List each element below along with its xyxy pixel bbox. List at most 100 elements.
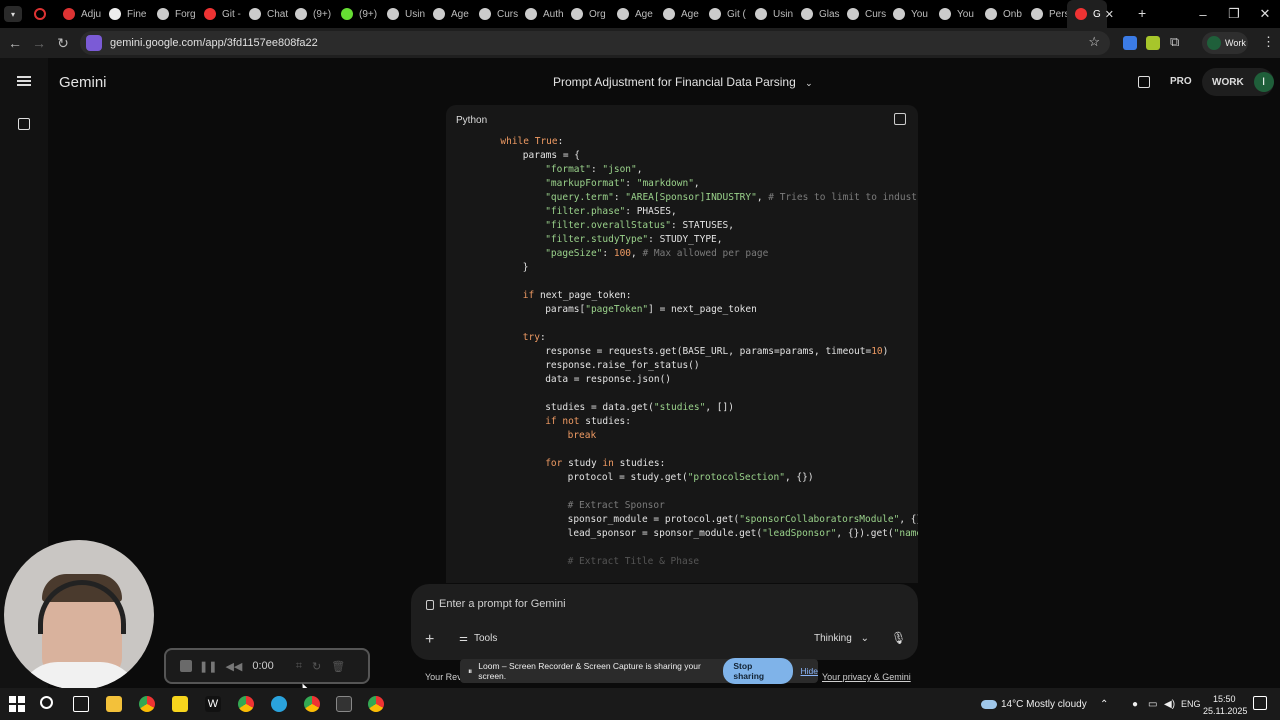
avatar: I xyxy=(1253,72,1274,92)
clock-time[interactable]: 15:50 xyxy=(1213,694,1236,704)
chrome-active-icon[interactable] xyxy=(304,696,320,712)
notes-app-icon[interactable] xyxy=(172,696,188,712)
tab-favicon-icon xyxy=(433,8,445,20)
prompt-box[interactable]: Enter a prompt for Gemini + ⚌ Tools Think… xyxy=(411,584,918,660)
tab-label: Usin xyxy=(773,8,794,20)
add-icon[interactable]: + xyxy=(425,631,434,649)
profile-button[interactable]: Work xyxy=(1202,32,1248,54)
tab-close-icon[interactable]: ✕ xyxy=(1105,8,1114,21)
stop-sharing-button[interactable]: Stop sharing xyxy=(723,658,793,684)
browser-tab[interactable]: Pers xyxy=(1023,0,1070,28)
browser-tab[interactable]: (9+) xyxy=(287,0,333,28)
browser-tab[interactable]: Org xyxy=(563,0,609,28)
prompt-input[interactable]: Enter a prompt for Gemini xyxy=(439,598,566,610)
tab-favicon-icon xyxy=(1031,8,1043,20)
browser-tab[interactable]: Usin xyxy=(379,0,425,28)
browser-tab[interactable]: G ✕ xyxy=(1067,0,1114,28)
weather-icon[interactable] xyxy=(981,700,997,709)
pro-badge[interactable]: PRO xyxy=(1170,76,1192,87)
conversation-title[interactable]: Prompt Adjustment for Financial Data Par… xyxy=(553,75,813,89)
new-tab-button[interactable]: + xyxy=(1138,5,1146,21)
browser-tab[interactable]: Curs xyxy=(471,0,518,28)
tab-label: Curs xyxy=(865,8,887,20)
browser-tab[interactable]: Usin xyxy=(747,0,793,28)
bookmark-star-icon[interactable]: ☆ xyxy=(1088,34,1100,50)
browser-tab[interactable]: Age xyxy=(609,0,655,28)
browser-tab[interactable]: Curs xyxy=(839,0,887,28)
browser-tab[interactable]: Onb xyxy=(977,0,1023,28)
minimize-button[interactable]: – xyxy=(1188,0,1218,28)
tab-label: You xyxy=(957,8,974,20)
browser-menu-icon[interactable]: ⋮ xyxy=(1262,34,1275,50)
terminal-app-icon[interactable] xyxy=(336,696,352,712)
new-chat-icon[interactable] xyxy=(18,118,30,130)
browser-tab[interactable]: You xyxy=(931,0,977,28)
app-title[interactable]: Gemini xyxy=(59,74,107,91)
notifications-icon[interactable] xyxy=(1253,696,1267,710)
tools-button[interactable]: ⚌ Tools xyxy=(459,633,497,644)
extension-icon[interactable] xyxy=(1123,36,1137,50)
browser-tab[interactable]: Chat xyxy=(241,0,288,28)
tab-favicon-icon xyxy=(479,8,491,20)
share-icon[interactable] xyxy=(1138,76,1150,88)
trash-icon[interactable]: 🗑 xyxy=(331,660,345,673)
reload-button[interactable]: ↻ xyxy=(52,32,74,54)
weather-text[interactable]: 14°C Mostly cloudy xyxy=(1001,699,1087,710)
browser-tab[interactable]: Forg xyxy=(149,0,196,28)
clock-date[interactable]: 25.11.2025 xyxy=(1203,706,1247,716)
task-view-icon[interactable] xyxy=(73,696,89,712)
rewind-icon[interactable]: ◀◀ xyxy=(225,660,242,673)
chrome-icon-2[interactable] xyxy=(368,696,384,712)
close-window-button[interactable]: ✕ xyxy=(1250,0,1280,28)
file-explorer-icon[interactable] xyxy=(106,696,122,712)
back-button[interactable]: ← xyxy=(4,32,26,54)
mode-selector[interactable]: Thinking ⌄ xyxy=(814,633,869,644)
address-bar[interactable]: gemini.google.com/app/3fd1157ee808fa22 ☆ xyxy=(80,31,1110,55)
browser-tab[interactable]: Age xyxy=(655,0,701,28)
privacy-link[interactable]: Your privacy & Gemini xyxy=(822,672,911,682)
browser-tab[interactable]: Git - xyxy=(196,0,241,28)
tab-favicon-icon xyxy=(985,8,997,20)
grid-icon[interactable]: ⌗ xyxy=(296,660,302,673)
tab-search-button[interactable]: ▾ xyxy=(4,6,22,22)
copy-icon[interactable] xyxy=(894,113,906,125)
browser-tab[interactable]: Adju xyxy=(55,0,101,28)
search-icon[interactable] xyxy=(40,696,53,709)
menu-icon[interactable] xyxy=(17,76,31,86)
language-indicator[interactable]: ENG xyxy=(1181,699,1201,709)
windows-start-icon[interactable] xyxy=(9,696,25,712)
browser-tab[interactable]: Glas xyxy=(793,0,840,28)
stop-recording-icon[interactable] xyxy=(180,660,192,672)
telegram-icon[interactable] xyxy=(271,696,287,712)
tray-chevron-icon[interactable]: ⌃ xyxy=(1100,699,1108,710)
microphone-icon[interactable]: 🎙 xyxy=(891,631,906,645)
browser-tab[interactable]: Auth xyxy=(517,0,564,28)
pinned-tab-icon[interactable] xyxy=(34,8,46,20)
browser-tab[interactable]: Fine xyxy=(101,0,149,28)
app-icon-w[interactable]: W xyxy=(205,696,221,712)
browser-tab[interactable]: Age xyxy=(425,0,471,28)
hide-button[interactable]: Hide xyxy=(801,666,818,676)
browser-tab[interactable]: (9+) xyxy=(333,0,379,28)
forward-button[interactable]: → xyxy=(28,32,50,54)
microphone-tray-icon[interactable]: ● xyxy=(1132,699,1138,710)
browser-tab[interactable]: You xyxy=(885,0,931,28)
restart-icon[interactable]: ↻ xyxy=(312,660,321,673)
maximize-button[interactable]: ❐ xyxy=(1219,0,1249,28)
volume-icon[interactable]: ◀) xyxy=(1164,699,1175,710)
code-line: data = response.json() xyxy=(545,374,672,385)
tab-label: Adju xyxy=(81,8,102,20)
network-icon[interactable]: ▭ xyxy=(1148,699,1157,710)
webcam-bubble[interactable] xyxy=(4,540,154,690)
pause-recording-icon[interactable]: ❚❚ xyxy=(199,660,217,673)
prompt-marker-icon xyxy=(426,600,434,610)
tab-favicon-icon xyxy=(709,8,721,20)
chrome-profile-icon[interactable] xyxy=(238,696,254,712)
extension-icon[interactable] xyxy=(1146,36,1160,50)
account-button[interactable]: WORK I xyxy=(1202,68,1274,96)
address-url[interactable]: gemini.google.com/app/3fd1157ee808fa22 xyxy=(110,37,318,49)
site-info-icon[interactable] xyxy=(86,35,102,51)
browser-tab[interactable]: Git ( xyxy=(701,0,747,28)
extensions-puzzle-icon[interactable]: ⧉ xyxy=(1170,34,1179,50)
chrome-icon[interactable] xyxy=(139,696,155,712)
